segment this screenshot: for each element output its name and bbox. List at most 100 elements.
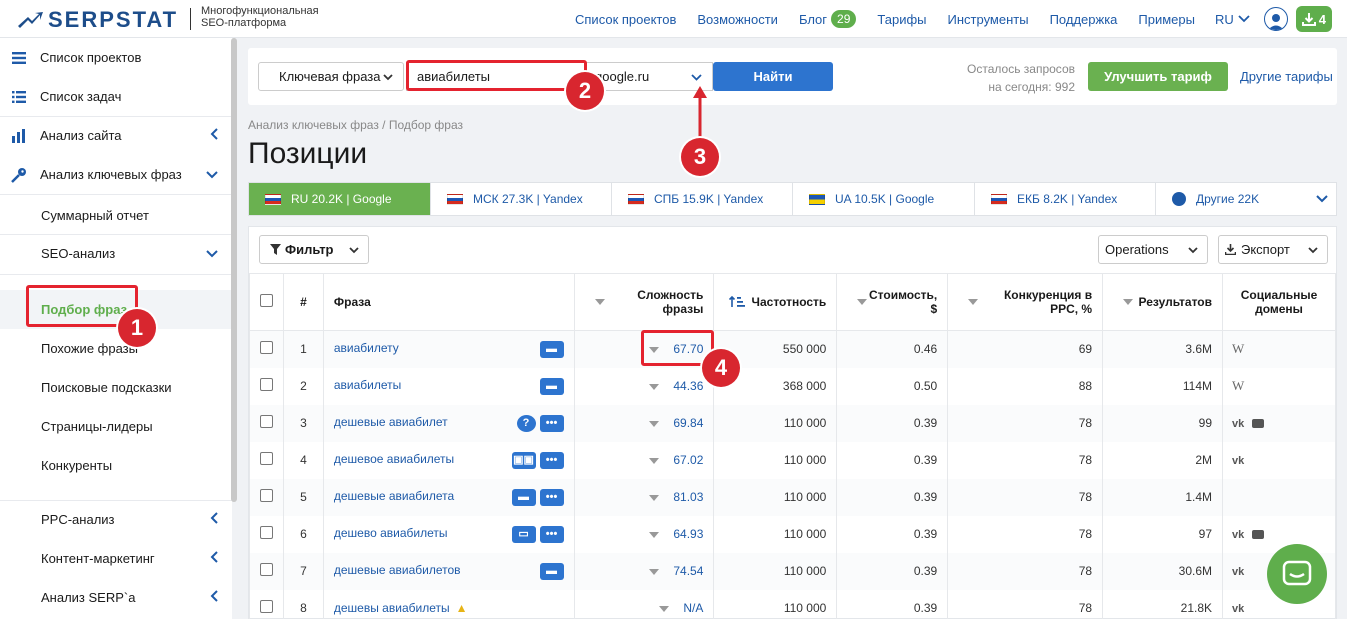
sidebar-item-summary[interactable]: Суммарный отчет — [41, 208, 149, 223]
requests-left-text: Осталось запросов на сегодня: 992 — [948, 60, 1075, 96]
nav-tariffs-link[interactable]: Тарифы — [877, 12, 926, 27]
sidebar-item-projects[interactable]: Список проектов — [0, 38, 232, 77]
phrase-link[interactable]: дешево авиабилеты — [334, 526, 448, 540]
vk-icon[interactable]: vk — [1232, 529, 1244, 541]
expand-icon[interactable] — [649, 494, 660, 501]
export-button[interactable]: Экспорт — [1218, 235, 1328, 264]
col-competition[interactable]: Конкуренция в PPC, % — [947, 273, 1104, 331]
sidebar-item-competitors[interactable]: Конкуренты — [41, 458, 112, 473]
tab-spb-yandex[interactable]: СПБ 15.9K | Yandex — [612, 183, 793, 215]
sidebar-item-tasks[interactable]: Список задач — [0, 77, 232, 116]
row-checkbox[interactable] — [259, 452, 273, 465]
youtube-icon[interactable] — [1252, 530, 1265, 540]
row-results: 30.6M — [1102, 552, 1224, 590]
ad-icon[interactable]: ▭ — [511, 525, 536, 543]
phrase-link[interactable]: дешевое авиабилеты — [334, 452, 454, 466]
search-type-select[interactable]: Ключевая фраза — [258, 62, 404, 91]
difficulty-value[interactable]: 81.03 — [673, 490, 703, 504]
downloads-button[interactable]: 4 — [1295, 6, 1332, 32]
phrase-link[interactable]: авиабилеты — [334, 378, 401, 392]
comment-icon[interactable]: ▬ — [539, 377, 564, 395]
nav-tools-link[interactable]: Инструменты — [948, 12, 1029, 27]
row-checkbox[interactable] — [259, 526, 273, 539]
more-icon[interactable]: ••• — [539, 525, 564, 543]
col-frequency[interactable]: Частотность — [713, 273, 838, 331]
operations-select[interactable]: Operations — [1098, 235, 1208, 264]
find-button[interactable]: Найти — [713, 62, 833, 91]
sidebar-item-keyword-analysis[interactable]: Анализ ключевых фраз — [0, 155, 232, 194]
phrase-link[interactable]: дешевые авиабилетов — [334, 563, 461, 577]
row-checkbox[interactable] — [259, 341, 273, 355]
more-icon[interactable]: ••• — [539, 414, 564, 432]
comment-icon[interactable]: ▬ — [511, 488, 536, 506]
sidebar-item-site-analysis[interactable]: Анализ сайта — [0, 116, 232, 155]
row-checkbox[interactable] — [259, 563, 273, 576]
sidebar-item-serp-analysis[interactable]: Анализ SERP`а — [0, 578, 232, 617]
filter-button[interactable]: Фильтр — [259, 235, 369, 264]
col-results[interactable]: Результатов — [1102, 273, 1224, 331]
sidebar-item-search-suggestions[interactable]: Поисковые подсказки — [41, 380, 172, 395]
row-checkbox[interactable] — [259, 378, 273, 391]
tab-ekb-yandex[interactable]: ЕКБ 8.2K | Yandex — [975, 183, 1156, 215]
images-icon[interactable]: ▣▣ — [511, 451, 536, 469]
vk-icon[interactable]: vk — [1232, 603, 1244, 615]
expand-icon[interactable] — [649, 568, 660, 575]
nav-examples-link[interactable]: Примеры — [1138, 12, 1195, 27]
other-tariffs-link[interactable]: Другие тарифы — [1240, 69, 1333, 84]
sidebar-item-ppc[interactable]: PPC-анализ — [0, 500, 232, 539]
upgrade-plan-button[interactable]: Улучшить тариф — [1088, 62, 1228, 91]
language-selector[interactable]: RU — [1215, 12, 1250, 27]
serpstat-logo[interactable]: SERPSTAT — [18, 7, 178, 33]
phrase-link[interactable]: дешевы авиабилеты — [334, 601, 450, 615]
nav-support-link[interactable]: Поддержка — [1050, 12, 1118, 27]
more-icon[interactable]: ••• — [539, 451, 564, 469]
tab-other-regions[interactable]: Другие 22K — [1156, 183, 1336, 215]
sidebar-item-leader-pages[interactable]: Страницы-лидеры — [41, 419, 153, 434]
wikipedia-icon[interactable]: W — [1232, 378, 1244, 393]
expand-icon[interactable] — [659, 605, 670, 612]
user-avatar[interactable] — [1263, 7, 1288, 31]
vk-icon[interactable]: vk — [1232, 566, 1244, 578]
tab-ua-google[interactable]: UA 10.5K | Google — [793, 183, 975, 215]
nav-blog-link[interactable]: Блог 29 — [799, 10, 857, 28]
difficulty-value[interactable]: 67.02 — [673, 453, 703, 467]
sidebar-scrollbar[interactable] — [231, 38, 237, 502]
difficulty-value[interactable]: 69.84 — [673, 416, 703, 430]
difficulty-value[interactable]: 44.36 — [673, 379, 703, 393]
col-cost[interactable]: Стоимость, $ — [836, 273, 949, 331]
row-checkbox[interactable] — [259, 489, 273, 502]
phrase-link[interactable]: дешевые авиабилета — [334, 489, 454, 503]
row-results: 97 — [1102, 515, 1224, 553]
difficulty-value[interactable]: 74.54 — [673, 564, 703, 578]
difficulty-value[interactable]: 64.93 — [673, 527, 703, 541]
tab-msk-yandex[interactable]: МСК 27.3K | Yandex — [431, 183, 612, 215]
col-phrase[interactable]: Фраза — [322, 273, 575, 331]
filter-label: Фильтр — [285, 242, 334, 257]
row-checkbox[interactable] — [259, 600, 273, 613]
comment-icon[interactable]: ▬ — [539, 340, 564, 358]
difficulty-value[interactable]: N/A — [683, 601, 703, 615]
sidebar-item-similar-phrases[interactable]: Похожие фразы — [41, 341, 138, 356]
nav-features-link[interactable]: Возможности — [697, 12, 778, 27]
vk-icon[interactable]: vk — [1232, 418, 1244, 430]
expand-icon[interactable] — [649, 383, 660, 390]
question-icon[interactable]: ? — [516, 414, 536, 432]
select-all-checkbox[interactable] — [259, 294, 273, 307]
more-icon[interactable]: ••• — [539, 488, 564, 506]
phrase-link[interactable]: дешевые авиабилет — [334, 415, 448, 429]
sidebar-item-content-marketing[interactable]: Контент-маркетинг — [0, 539, 232, 578]
row-checkbox[interactable] — [259, 415, 273, 428]
expand-icon[interactable] — [649, 457, 660, 464]
chat-widget-button[interactable] — [1267, 544, 1327, 604]
nav-projects-link[interactable]: Список проектов — [575, 12, 676, 27]
col-difficulty[interactable]: Сложность фразы — [573, 273, 715, 331]
expand-icon[interactable] — [649, 531, 660, 538]
wikipedia-icon[interactable]: W — [1232, 341, 1244, 356]
tab-ru-google[interactable]: RU 20.2K | Google — [249, 183, 431, 215]
comment-icon[interactable]: ▬ — [539, 562, 564, 580]
youtube-icon[interactable] — [1252, 419, 1265, 429]
vk-icon[interactable]: vk — [1232, 455, 1244, 467]
expand-icon[interactable] — [649, 420, 660, 427]
sidebar-item-seo-analysis[interactable]: SEO-анализ — [0, 234, 232, 273]
phrase-link[interactable]: авиабилету — [334, 341, 399, 355]
